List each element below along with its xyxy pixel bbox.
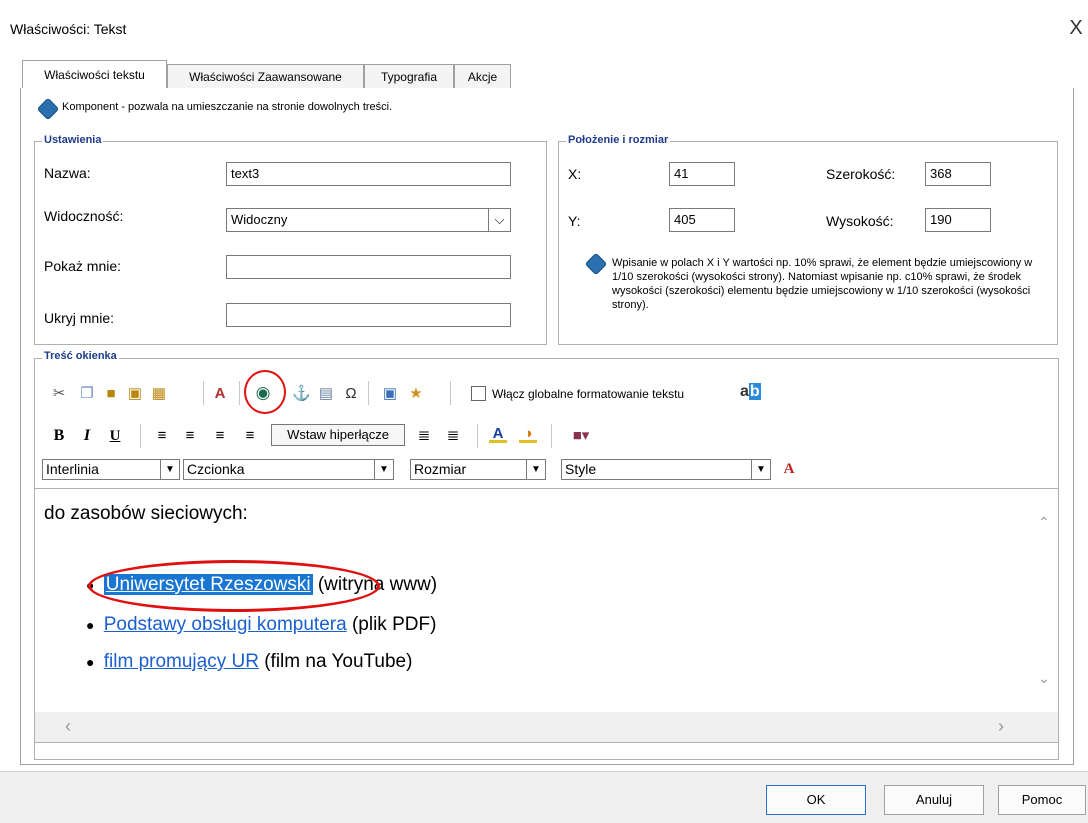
scroll-up-icon[interactable]: ⌃ — [1038, 514, 1050, 531]
chevron-down-icon[interactable]: ▼ — [160, 460, 179, 479]
show-field[interactable] — [226, 255, 511, 279]
paste-icon[interactable]: ■ — [102, 385, 120, 403]
toolbar-separator — [450, 381, 451, 405]
toolbar-separator — [368, 381, 369, 405]
editor-heading: do zasobów sieciowych: — [44, 503, 248, 524]
size-value: Rozmiar — [414, 461, 467, 477]
tab-advanced-properties[interactable]: Właściwości Zaawansowane — [167, 64, 364, 89]
visibility-select[interactable]: Widoczny ⌵ — [226, 208, 511, 232]
scroll-left-icon[interactable]: ‹ — [65, 716, 71, 737]
media-icon[interactable]: ★ — [407, 385, 425, 403]
image-icon[interactable]: ▣ — [381, 385, 399, 403]
unlink-icon[interactable]: ▤ — [317, 385, 335, 403]
hide-label: Ukryj mnie: — [44, 310, 115, 326]
align-center-icon[interactable]: ≡ — [181, 427, 199, 445]
width-field[interactable]: 368 — [925, 162, 991, 186]
paste-text-icon[interactable]: ▣ — [126, 385, 144, 403]
hide-field[interactable] — [226, 303, 511, 327]
toolbar-separator — [551, 424, 552, 448]
anchor-icon[interactable]: ⚓ — [292, 385, 311, 403]
y-label: Y: — [568, 213, 581, 229]
window-title: Właściwości: Tekst — [10, 21, 127, 37]
name-label: Nazwa: — [44, 165, 91, 181]
chevron-down-icon[interactable]: ▼ — [526, 460, 545, 479]
visibility-label: Widoczność: — [44, 208, 124, 224]
cancel-button[interactable]: Anuluj — [884, 785, 984, 815]
list-item: ● Podstawy obsługi komputera (plik PDF) — [86, 614, 437, 635]
cut-icon[interactable]: ✂ — [50, 385, 68, 403]
width-label: Szerokość: — [826, 166, 896, 182]
align-right-icon[interactable]: ≡ — [211, 427, 229, 445]
font-select[interactable]: Czcionka ▼ — [183, 459, 394, 480]
bullet-list-icon[interactable]: ≣ — [444, 427, 462, 445]
copy-icon[interactable]: ❐ — [78, 385, 96, 403]
global-format-checkbox[interactable] — [471, 386, 486, 401]
height-field[interactable]: 190 — [925, 208, 991, 232]
tab-actions[interactable]: Akcje — [454, 64, 511, 89]
line-height-select[interactable]: Interlinia ▼ — [42, 459, 180, 480]
list-item-suffix: (plik PDF) — [351, 614, 437, 635]
font-color-icon[interactable]: A — [489, 425, 507, 443]
size-select[interactable]: Rozmiar ▼ — [410, 459, 546, 480]
scroll-down-icon[interactable]: ⌄ — [1038, 670, 1050, 687]
italic-icon[interactable]: I — [78, 427, 96, 445]
show-label: Pokaż mnie: — [44, 258, 122, 274]
position-group-label: Położenie i rozmiar — [566, 134, 671, 146]
list-item-link[interactable]: Podstawy obsługi komputera — [104, 614, 347, 635]
toolbar-separator — [203, 381, 204, 405]
position-hint: Wpisanie w polach X i Y wartości np. 10%… — [612, 257, 1033, 311]
style-select[interactable]: Style ▼ — [561, 459, 771, 480]
height-label: Wysokość: — [826, 213, 894, 229]
paste-word-icon[interactable]: ▦ — [150, 385, 168, 403]
help-button[interactable]: Pomoc — [998, 785, 1086, 815]
toolbar-separator — [477, 424, 478, 448]
y-field[interactable]: 405 — [669, 208, 735, 232]
toolbar-separator — [140, 424, 141, 448]
close-button[interactable]: X — [1064, 16, 1088, 40]
insert-object-icon[interactable]: ■▾ — [566, 427, 596, 445]
list-item-suffix: (film na YouTube) — [264, 651, 413, 672]
tab-text-properties[interactable]: Właściwości tekstu — [22, 60, 167, 90]
font-value: Czcionka — [187, 461, 245, 477]
ordered-list-icon[interactable]: ≣ — [415, 427, 433, 445]
chevron-down-icon[interactable]: ⌵ — [488, 209, 510, 231]
style-value: Style — [565, 461, 597, 477]
list-item-link[interactable]: film promujący UR — [104, 651, 259, 672]
highlight-toggle-icon[interactable]: ab — [740, 383, 761, 401]
ok-button[interactable]: OK — [766, 785, 866, 815]
toolbar-separator — [239, 381, 240, 405]
highlight-color-icon[interactable]: ◑ — [519, 425, 537, 443]
underline-icon[interactable]: U — [106, 427, 124, 445]
name-field[interactable]: text3 — [226, 162, 511, 186]
spellcheck-icon[interactable]: A — [211, 385, 229, 403]
special-char-icon[interactable]: Ω — [342, 385, 360, 403]
annotation-circle — [244, 370, 286, 414]
list-item: ● film promujący UR (film na YouTube) — [86, 651, 413, 672]
align-left-icon[interactable]: ≡ — [153, 427, 171, 445]
scroll-right-icon[interactable]: › — [998, 716, 1004, 737]
chevron-down-icon[interactable]: ▼ — [751, 460, 770, 479]
content-group-label: Treść okienka — [42, 350, 119, 362]
vertical-scrollbar[interactable]: ⌃ ⌄ — [1032, 490, 1058, 712]
line-height-value: Interlinia — [46, 461, 99, 477]
hyperlink-tooltip: Wstaw hiperłącze — [271, 424, 405, 446]
global-format-label: Włącz globalne formatowanie tekstu — [492, 387, 685, 401]
clear-format-icon[interactable]: A — [780, 460, 798, 478]
justify-icon[interactable]: ≡ — [241, 427, 259, 445]
component-hint: Komponent - pozwala na umieszczanie na s… — [62, 101, 393, 113]
annotation-ellipse — [88, 560, 380, 612]
chevron-down-icon[interactable]: ▼ — [374, 460, 393, 479]
bold-icon[interactable]: B — [50, 427, 68, 445]
visibility-value: Widoczny — [231, 212, 288, 227]
x-field[interactable]: 41 — [669, 162, 735, 186]
settings-group-label: Ustawienia — [42, 134, 104, 146]
x-label: X: — [568, 166, 582, 182]
tab-typography[interactable]: Typografia — [364, 64, 454, 89]
horizontal-scrollbar[interactable]: ‹ › — [35, 712, 1058, 742]
